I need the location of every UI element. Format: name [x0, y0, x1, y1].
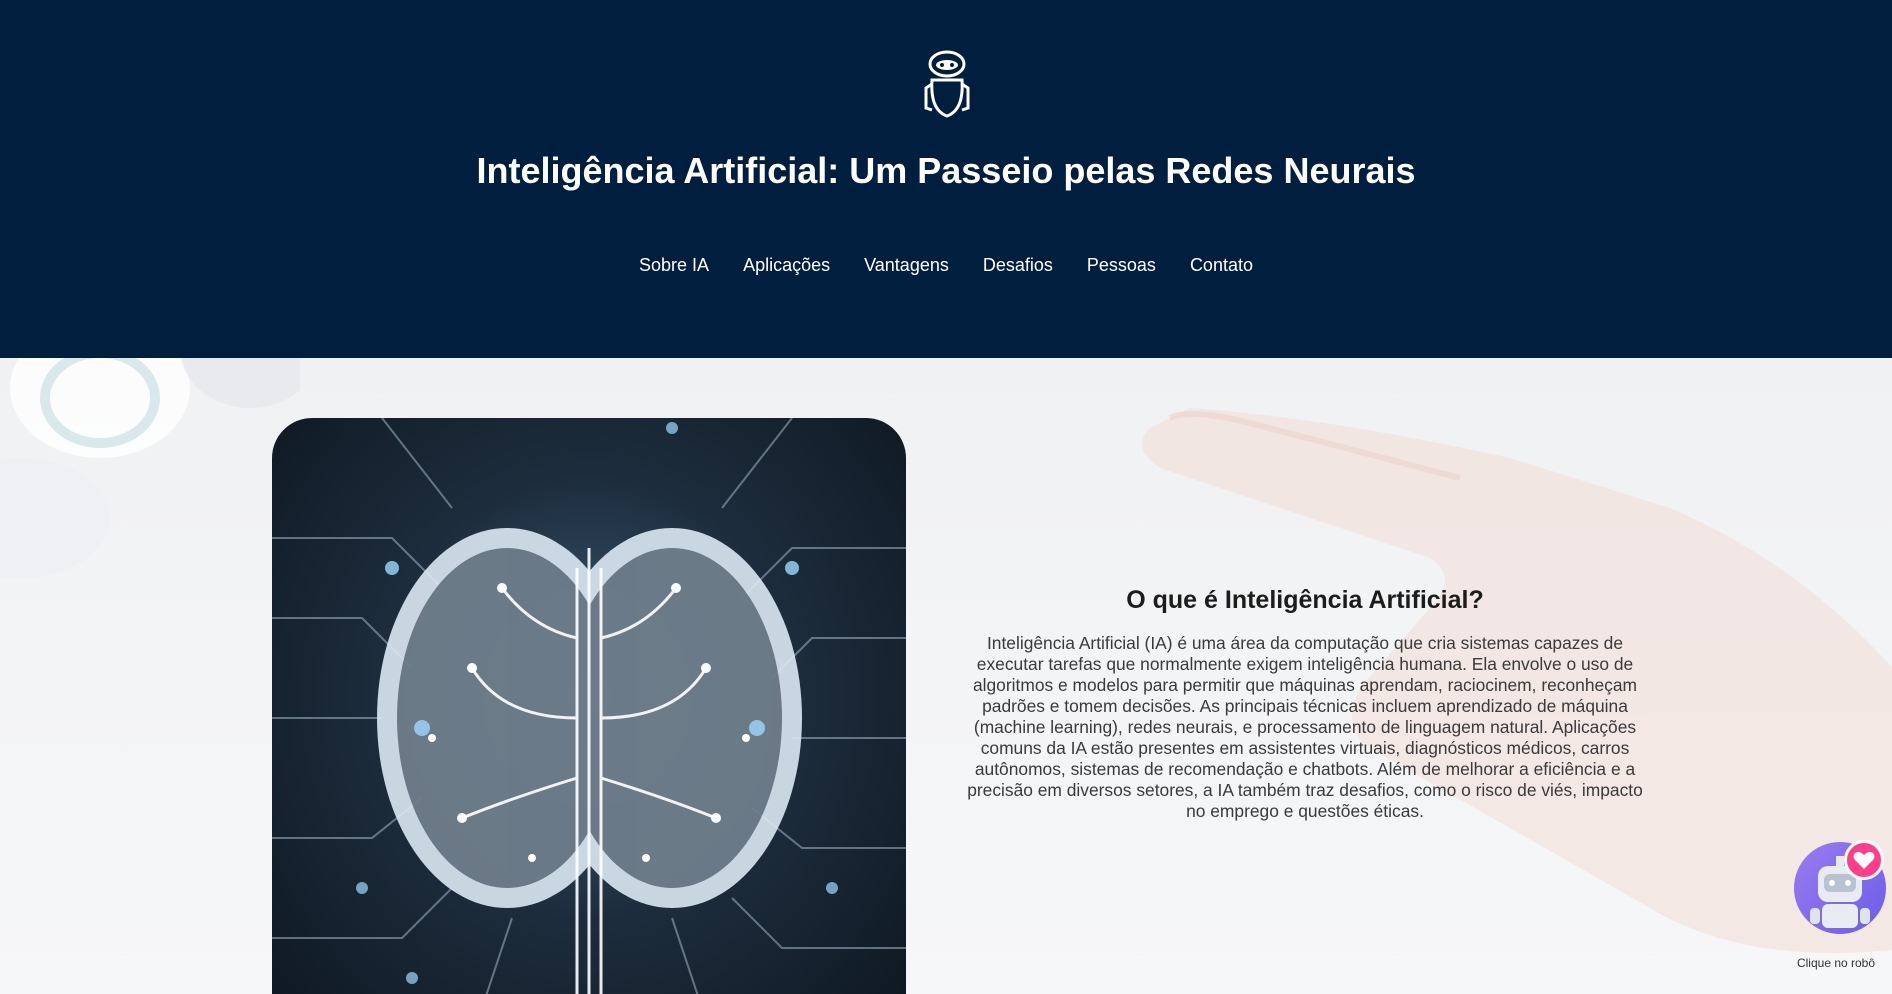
nav-link-aplicacoes[interactable]: Aplicações	[743, 255, 830, 276]
page-title: Inteligência Artificial: Um Passeio pela…	[476, 150, 1416, 191]
nav-link-sobre-ia[interactable]: Sobre IA	[639, 255, 709, 276]
robot-icon[interactable]	[922, 50, 972, 120]
about-section: O que é Inteligência Artificial? Intelig…	[0, 358, 1892, 994]
main-nav: Sobre IA Aplicações Vantagens Desafios P…	[0, 255, 1892, 276]
nav-link-vantagens[interactable]: Vantagens	[864, 255, 949, 276]
chatbot-label: Clique no robô	[1796, 956, 1876, 970]
site-header: Inteligência Artificial: Um Passeio pela…	[0, 0, 1892, 358]
nav-link-pessoas[interactable]: Pessoas	[1087, 255, 1156, 276]
circuit-brain-illustration	[272, 418, 906, 994]
nav-link-desafios[interactable]: Desafios	[983, 255, 1053, 276]
section-heading: O que é Inteligência Artificial?	[1126, 586, 1484, 614]
nav-link-contato[interactable]: Contato	[1190, 255, 1253, 276]
circuit-brain-image	[272, 418, 906, 994]
background-robot-arm-decoration	[0, 358, 300, 578]
chatbot-widget[interactable]: Clique no robô	[1786, 840, 1886, 972]
section-body-text: Inteligência Artificial (IA) é uma área …	[967, 633, 1643, 821]
heart-icon[interactable]	[1844, 840, 1884, 880]
about-text-block: O que é Inteligência Artificial? Intelig…	[960, 586, 1650, 822]
